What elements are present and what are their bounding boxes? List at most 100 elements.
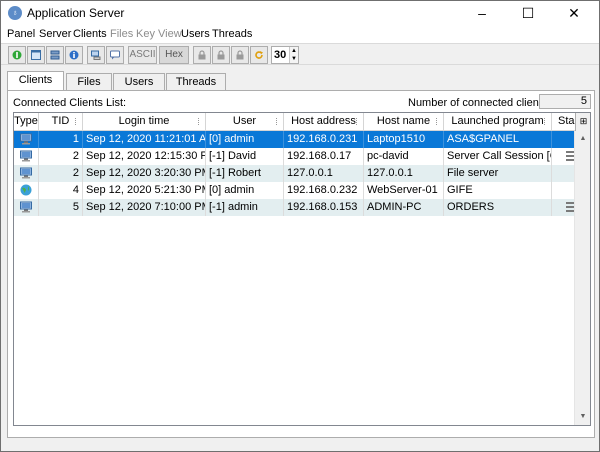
server-icon — [50, 50, 60, 60]
tid-cell: 5 — [39, 199, 83, 216]
tab-clients-view[interactable]: Clients view — [7, 71, 64, 102]
menu-key-view[interactable]: Key View — [136, 28, 182, 40]
type-cell — [14, 131, 39, 148]
hostname-cell: ADMIN-PC — [364, 199, 444, 216]
menu-panel[interactable]: Panel — [7, 28, 35, 40]
hostname-cell: Laptop1510 — [364, 131, 444, 148]
table-row[interactable]: 1 Sep 12, 2020 11:21:01 AM [0] admin 192.16… — [14, 131, 576, 148]
column-header-user[interactable]: User — [206, 113, 284, 131]
host-header-label: Host address — [291, 115, 356, 127]
window-title: Application Server — [27, 6, 125, 20]
windows-button[interactable] — [27, 46, 45, 64]
monitor-icon — [20, 150, 32, 162]
user-cell: [0] admin — [206, 131, 284, 148]
lock-button-1[interactable] — [193, 46, 211, 64]
table-row[interactable]: 2 Sep 12, 2020 3:20:30 PM [-1] Robert 127.0… — [14, 165, 576, 182]
client-count-label: Number of connected clients: — [408, 97, 551, 109]
monitor-icon — [20, 167, 32, 179]
globe-icon — [20, 184, 32, 196]
lock-icon — [198, 50, 206, 60]
column-chooser-icon[interactable]: ⊞ — [575, 113, 590, 131]
vertical-scrollbar[interactable]: ▲ ▼ — [574, 131, 590, 425]
server-list-button[interactable] — [46, 46, 64, 64]
lock-button-2[interactable] — [212, 46, 230, 64]
scroll-up-icon[interactable]: ▲ — [575, 131, 590, 147]
refresh-button[interactable] — [250, 46, 268, 64]
column-header-host-address[interactable]: Host address — [284, 113, 364, 131]
stack-icon[interactable] — [566, 202, 574, 212]
stack-cell — [552, 199, 576, 216]
user-cell: [-1] David — [206, 148, 284, 165]
table-row[interactable]: 2 Sep 12, 2020 12:15:30 PM [-1] David 192.1… — [14, 148, 576, 165]
sort-indicator-icon — [75, 118, 80, 125]
user-cell: [0] admin — [206, 182, 284, 199]
hostname-cell: pc-david — [364, 148, 444, 165]
user-header-label: User — [232, 115, 257, 127]
type-cell — [14, 165, 39, 182]
ascii-button[interactable]: ASCII — [128, 46, 157, 64]
tab-users-view[interactable]: Users view — [113, 73, 165, 104]
sort-indicator-icon — [198, 118, 203, 125]
menu-files[interactable]: Files — [110, 28, 133, 40]
login-cell: Sep 12, 2020 3:20:30 PM — [83, 165, 206, 182]
column-header-tid[interactable]: TID — [39, 113, 83, 131]
info-green-icon — [12, 50, 22, 60]
title-bar: ♁ Application Server – ☐ ✕ — [1, 1, 599, 25]
info-button[interactable] — [65, 46, 83, 64]
column-header-launched-program[interactable]: Launched program — [444, 113, 552, 131]
tab-threads-view[interactable]: Threads view — [166, 73, 226, 104]
clients-list-label: Connected Clients List: — [13, 97, 127, 109]
stack-cell — [552, 182, 576, 199]
program-cell: Server Call Session [CALL — [444, 148, 552, 165]
column-header-stack[interactable]: Stack ⊞ — [552, 113, 590, 131]
sort-indicator-icon — [276, 118, 281, 125]
refresh-interval-stepper[interactable]: 30 ▲ ▼ — [271, 46, 299, 64]
host-cell: 192.168.0.17 — [284, 148, 364, 165]
login-cell: Sep 12, 2020 11:21:01 AM — [83, 131, 206, 148]
type-cell — [14, 199, 39, 216]
chat-icon — [110, 50, 120, 60]
host-cell: 127.0.0.1 — [284, 165, 364, 182]
hostname-cell: WebServer-01 — [364, 182, 444, 199]
status-bar — [1, 439, 599, 451]
minimize-button[interactable]: – — [459, 1, 505, 25]
user-cell: [-1] admin — [206, 199, 284, 216]
hostname-header-label: Host name — [376, 115, 431, 127]
stack-cell — [552, 131, 576, 148]
menu-clients[interactable]: Clients — [73, 28, 107, 40]
spin-arrows[interactable]: ▲ ▼ — [289, 47, 298, 63]
scroll-down-icon[interactable]: ▼ — [575, 409, 590, 425]
menu-server[interactable]: Server — [39, 28, 71, 40]
menu-threads[interactable]: Threads — [212, 28, 252, 40]
host-cell: 192.168.0.232 — [284, 182, 364, 199]
host-cell: 192.168.0.231 — [284, 131, 364, 148]
table-row[interactable]: 5 Sep 12, 2020 7:10:00 PM [-1] admin 192.16… — [14, 199, 576, 216]
stack-cell — [552, 148, 576, 165]
maximize-button[interactable]: ☐ — [505, 1, 551, 25]
message-button[interactable] — [106, 46, 124, 64]
tab-files-view[interactable]: Files view — [66, 73, 112, 104]
column-header-login-time[interactable]: Login time — [83, 113, 206, 131]
clients-panel: Connected Clients List: Number of connec… — [7, 90, 595, 438]
tid-header-label: TID — [51, 115, 70, 127]
sort-indicator-icon — [436, 118, 441, 125]
close-button[interactable]: ✕ — [551, 1, 597, 25]
start-button[interactable] — [8, 46, 26, 64]
login-cell: Sep 12, 2020 12:15:30 PM — [83, 148, 206, 165]
clients-table[interactable]: Type TID Login time User Host address Ho… — [13, 112, 591, 426]
column-header-host-name[interactable]: Host name — [364, 113, 444, 131]
sort-indicator-icon — [356, 118, 361, 125]
info-icon — [69, 50, 79, 60]
stack-cell — [552, 165, 576, 182]
stack-icon[interactable] — [566, 151, 574, 161]
hex-button[interactable]: Hex — [159, 46, 189, 64]
window-icon — [31, 50, 41, 60]
lock-button-3[interactable] — [231, 46, 249, 64]
table-row[interactable]: 4 Sep 12, 2020 5:21:30 PM [0] admin 192.168… — [14, 182, 576, 199]
chevron-up-icon[interactable]: ▲ — [290, 47, 298, 55]
column-header-type[interactable]: Type — [14, 113, 39, 131]
program-cell: ASA$GPANEL — [444, 131, 552, 148]
chevron-down-icon[interactable]: ▼ — [290, 55, 298, 63]
menu-users[interactable]: Users — [181, 28, 210, 40]
connect-button[interactable] — [87, 46, 105, 64]
